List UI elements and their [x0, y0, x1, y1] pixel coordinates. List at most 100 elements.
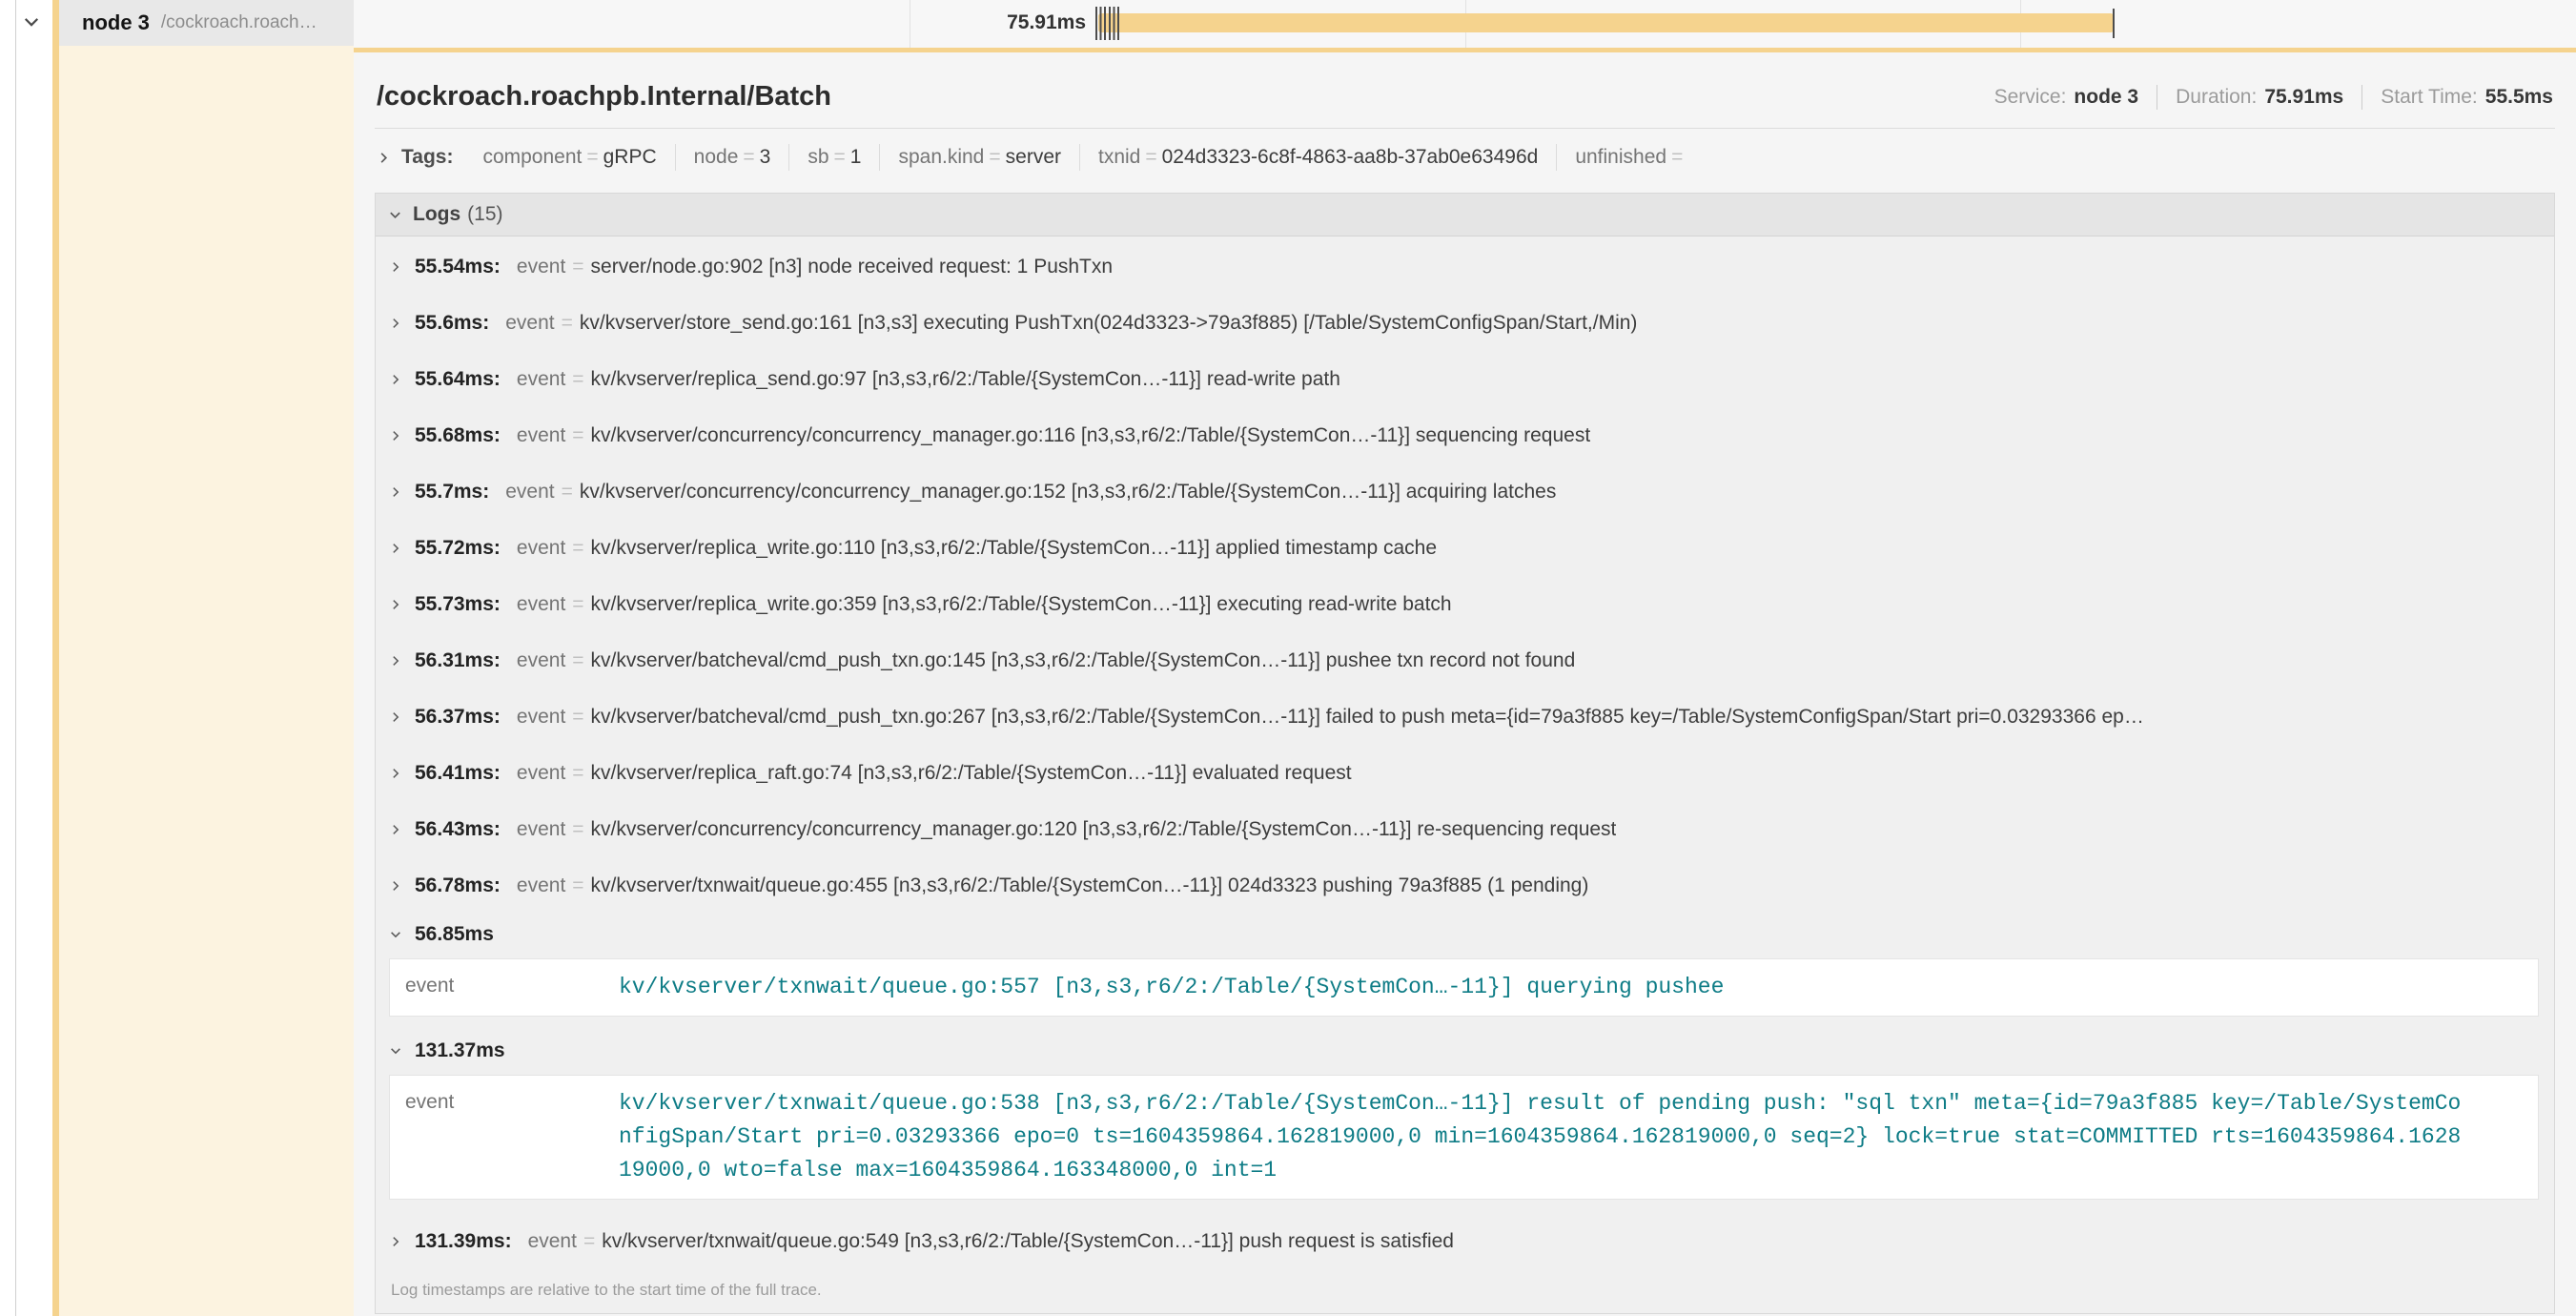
tag-node: node=3 — [675, 144, 789, 171]
logs-count: (15) — [467, 203, 502, 226]
log-field: event — [505, 481, 554, 504]
equals-sign: = — [829, 146, 850, 168]
tag-txnid: txnid=024d3323-6c8f-4863-aa8b-37ab0e6349… — [1079, 144, 1556, 171]
equals-sign: = — [582, 146, 603, 168]
log-row[interactable]: 55.72ms: event = kv/kvserver/replica_wri… — [389, 520, 2541, 576]
chevron-right-icon — [389, 710, 402, 724]
tags-row[interactable]: Tags: component=gRPC node=3 sb=1 span.ki… — [375, 129, 2555, 183]
log-field: event — [517, 537, 565, 560]
log-row[interactable]: 55.64ms: event = kv/kvserver/replica_sen… — [389, 351, 2541, 407]
log-row[interactable]: 56.43ms: event = kv/kvserver/concurrency… — [389, 801, 2541, 857]
equals-sign: = — [572, 593, 583, 616]
kv-key: event — [390, 1087, 619, 1114]
log-row[interactable]: 131.39ms: event = kv/kvserver/txnwait/qu… — [389, 1213, 2541, 1269]
log-field: event — [528, 1230, 577, 1253]
kv-key: event — [390, 971, 619, 997]
logs-title: Logs — [413, 203, 460, 226]
start-time-value: 55.5ms — [2485, 86, 2553, 109]
span-duration-bar — [1098, 13, 2114, 32]
kv-value: kv/kvserver/txnwait/queue.go:538 [n3,s3,… — [619, 1087, 2468, 1187]
log-row[interactable]: 55.7ms: event = kv/kvserver/concurrency/… — [389, 463, 2541, 520]
log-row[interactable]: 56.41ms: event = kv/kvserver/replica_raf… — [389, 745, 2541, 801]
service-value: node 3 — [2074, 86, 2138, 109]
equals-sign: = — [572, 818, 583, 841]
chevron-right-icon — [389, 823, 402, 836]
log-timestamp: 55.7ms: — [415, 481, 489, 504]
span-duration-label: 75.91ms — [960, 11, 1086, 34]
duration-label: Duration: — [2176, 86, 2257, 109]
equals-sign: = — [1666, 146, 1687, 168]
span-detail-panel: /cockroach.roachpb.Internal/Batch Servic… — [354, 48, 2576, 1316]
log-field: event — [517, 706, 565, 729]
logs-body: 55.54ms: event = server/node.go:902 [n3]… — [376, 236, 2554, 1313]
log-field: event — [517, 762, 565, 785]
equals-sign: = — [562, 312, 573, 335]
log-row[interactable]: 56.37ms: event = kv/kvserver/batcheval/c… — [389, 689, 2541, 745]
equals-sign: = — [572, 762, 583, 785]
tag-key: span.kind — [898, 146, 984, 168]
log-row[interactable]: 55.6ms: event = kv/kvserver/store_send.g… — [389, 295, 2541, 351]
span-name-column-highlight[interactable] — [59, 46, 354, 1316]
log-timestamp: 55.73ms: — [415, 593, 501, 616]
log-timestamp: 55.6ms: — [415, 312, 489, 335]
tag-value: gRPC — [603, 146, 657, 168]
tag-key: txnid — [1098, 146, 1140, 168]
left-gutter — [0, 0, 16, 1316]
log-timestamp: 131.39ms: — [415, 1230, 512, 1253]
log-row[interactable]: 56.78ms: event = kv/kvserver/txnwait/que… — [389, 857, 2541, 914]
log-field: event — [517, 424, 565, 447]
log-group-header[interactable]: 56.85ms — [389, 914, 2541, 956]
log-kv-table: event kv/kvserver/txnwait/queue.go:557 [… — [389, 958, 2539, 1017]
chevron-right-icon — [389, 767, 402, 780]
log-group-expanded: 56.85ms event kv/kvserver/txnwait/queue.… — [389, 914, 2541, 1017]
tags-label: Tags: — [401, 146, 453, 169]
chevron-right-icon — [389, 260, 402, 274]
log-timestamp: 55.68ms: — [415, 424, 501, 447]
duration-value: 75.91ms — [2264, 86, 2343, 109]
log-message: kv/kvserver/replica_raft.go:74 [n3,s3,r6… — [591, 762, 1352, 785]
logs-section: Logs (15) 55.54ms: event = server/node.g… — [375, 193, 2555, 1314]
log-group-header[interactable]: 131.37ms — [389, 1030, 2541, 1072]
equals-sign: = — [572, 649, 583, 672]
log-row[interactable]: 55.73ms: event = kv/kvserver/replica_wri… — [389, 576, 2541, 632]
log-row[interactable]: 55.54ms: event = server/node.go:902 [n3]… — [389, 238, 2541, 295]
meta-divider — [2361, 85, 2362, 110]
logs-section-header[interactable]: Logs (15) — [376, 194, 2554, 236]
chevron-right-icon — [389, 654, 402, 668]
tag-value: server — [1006, 146, 1061, 168]
tag-sb: sb=1 — [788, 144, 879, 171]
equals-sign: = — [1140, 146, 1161, 168]
chevron-right-icon — [389, 373, 402, 386]
chevron-right-icon — [389, 429, 402, 442]
equals-sign: = — [562, 481, 573, 504]
operation-title: /cockroach.roachpb.Internal/Batch — [377, 81, 831, 113]
timeline-header[interactable]: 75.91ms — [354, 0, 2576, 48]
equals-sign: = — [572, 256, 583, 278]
log-timestamp: 55.64ms: — [415, 368, 501, 391]
log-message: kv/kvserver/txnwait/queue.go:549 [n3,s3,… — [602, 1230, 1454, 1253]
kv-value: kv/kvserver/txnwait/queue.go:557 [n3,s3,… — [619, 971, 1724, 1004]
log-event-ticks — [1095, 7, 1120, 40]
equals-sign: = — [572, 706, 583, 729]
tag-key: unfinished — [1575, 146, 1666, 168]
collapse-row-chevron-down-icon[interactable] — [22, 12, 41, 31]
logs-footer-note: Log timestamps are relative to the start… — [389, 1269, 2541, 1309]
log-message: kv/kvserver/store_send.go:161 [n3,s3] ex… — [580, 312, 1638, 335]
log-row[interactable]: 55.68ms: event = kv/kvserver/concurrency… — [389, 407, 2541, 463]
tab-service-name: node 3 — [82, 10, 150, 35]
span-name-tab[interactable]: node 3 /cockroach.roach… — [59, 0, 354, 46]
log-field: event — [517, 368, 565, 391]
chevron-down-icon — [388, 208, 402, 222]
tag-unfinished: unfinished= — [1556, 144, 1706, 171]
log-field: event — [517, 818, 565, 841]
log-timestamp: 56.31ms: — [415, 649, 501, 672]
tag-value: 024d3323-6c8f-4863-aa8b-37ab0e63496d — [1162, 146, 1539, 168]
log-group-expanded: 131.37ms event kv/kvserver/txnwait/queue… — [389, 1030, 2541, 1200]
chevron-down-icon — [389, 1044, 402, 1058]
log-field: event — [517, 593, 565, 616]
log-row[interactable]: 56.31ms: event = kv/kvserver/batcheval/c… — [389, 632, 2541, 689]
log-timestamp: 56.37ms: — [415, 706, 501, 729]
tag-key: sb — [808, 146, 828, 168]
log-timestamp: 56.43ms: — [415, 818, 501, 841]
tag-value: 1 — [850, 146, 862, 168]
